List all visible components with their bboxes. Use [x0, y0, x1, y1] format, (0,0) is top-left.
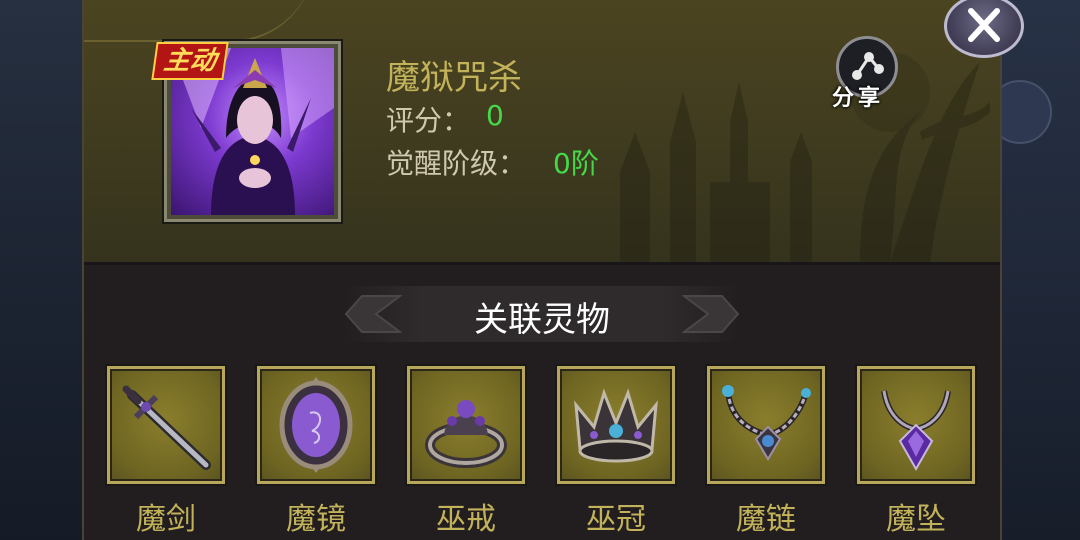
close-icon [968, 8, 1000, 42]
item-label-witch-crown: 巫冠 [586, 502, 646, 537]
magic-mirror-icon [279, 377, 353, 473]
witch-ring-icon [425, 400, 507, 468]
item-magic-sword[interactable] [107, 366, 225, 484]
castle-silhouette [620, 52, 990, 262]
score-label: 评分： [386, 104, 471, 137]
awaken-level-value: 0阶 [553, 147, 599, 180]
close-button[interactable] [944, 0, 1024, 58]
witch-crown-icon [574, 388, 658, 463]
awaken-level-label: 觉醒阶级： [386, 147, 527, 180]
item-label-magic-mirror: 魔镜 [286, 502, 346, 537]
item-label-witch-ring: 巫戒 [436, 502, 496, 537]
header-ornament [84, 0, 314, 42]
background-left [0, 0, 85, 540]
item-label-magic-sword: 魔剑 [136, 502, 196, 537]
item-label-magic-chain: 魔链 [736, 502, 796, 537]
skill-detail-panel: 主动 魔狱咒杀 评分： 0 觉醒阶级： 0阶 分享 关联灵物 魔剑 魔镜 巫戒 … [82, 0, 1002, 540]
skill-name: 魔狱咒杀 [386, 58, 522, 98]
related-items-title: 关联灵物 [474, 300, 610, 340]
item-magic-chain[interactable] [707, 366, 825, 484]
magic-chain-icon [722, 385, 811, 461]
item-witch-crown[interactable] [557, 366, 675, 484]
item-witch-ring[interactable] [407, 366, 525, 484]
item-magic-mirror[interactable] [257, 366, 375, 484]
active-skill-badge: 主动 [151, 42, 229, 80]
item-magic-pendant[interactable] [857, 366, 975, 484]
background-right [988, 0, 1080, 540]
skill-header: 主动 魔狱咒杀 评分： 0 觉醒阶级： 0阶 分享 [84, 0, 1000, 265]
share-label[interactable]: 分享 [832, 80, 884, 112]
magic-pendant-icon [881, 390, 951, 472]
item-label-magic-pendant: 魔坠 [886, 502, 946, 537]
magic-sword-icon [122, 385, 211, 470]
score-value: 0 [486, 99, 504, 132]
